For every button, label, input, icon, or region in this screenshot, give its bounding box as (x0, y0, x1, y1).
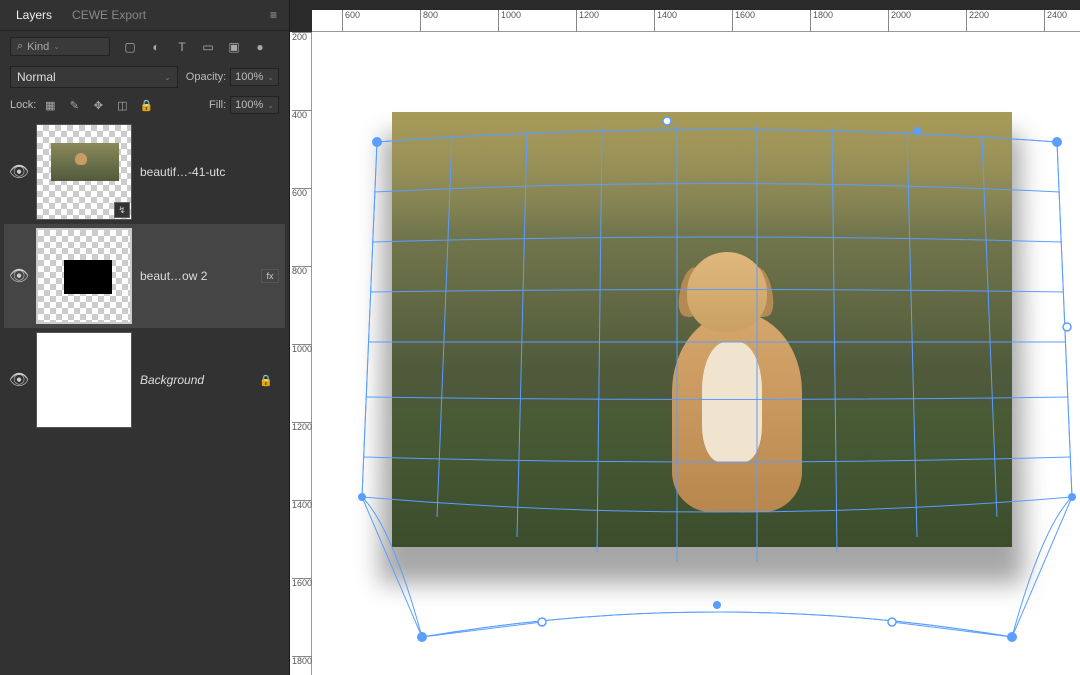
lock-label: Lock: (10, 99, 36, 111)
opacity-label: Opacity: (186, 71, 226, 83)
ruler-tick: 2200 (966, 10, 989, 32)
fx-badge-icon[interactable]: fx (261, 269, 279, 283)
visibility-toggle[interactable]: 👁 (10, 371, 28, 389)
tab-cewe-export[interactable]: CEWE Export (62, 4, 156, 26)
ruler-tick: 600 (292, 188, 312, 198)
fill-group: Fill: 100% ⌄ (209, 96, 279, 114)
layers-list: 👁 ↯ beautif…-41-utc 👁 beaut…ow 2 fx (0, 118, 289, 675)
ruler-tick: 1600 (732, 10, 755, 32)
filter-kind-select[interactable]: ⌕ Kind ⌄ (10, 37, 110, 56)
blend-mode-select[interactable]: Normal ⌄ (10, 66, 178, 88)
panel-tabs: Layers CEWE Export ≡ (0, 0, 289, 31)
visibility-toggle[interactable]: 👁 (10, 163, 28, 181)
ruler-tick: 600 (342, 10, 360, 32)
search-icon: ⌕ (17, 40, 23, 53)
blend-opacity-row: Normal ⌄ Opacity: 100% ⌄ (0, 62, 289, 92)
ruler-vertical[interactable]: 200 400 600 800 1000 1200 1400 1600 1800 (290, 32, 312, 675)
ruler-tick: 1800 (292, 656, 312, 666)
layer-name[interactable]: beautif…-41-utc (140, 165, 279, 179)
ruler-tick: 1400 (292, 500, 312, 510)
blend-mode-value: Normal (17, 70, 56, 84)
ruler-tick: 1200 (292, 422, 312, 432)
filter-shape-icon[interactable]: ▭ (200, 39, 216, 55)
filter-adjustment-icon[interactable]: ◐ (148, 39, 164, 55)
chevron-down-icon: ⌄ (164, 73, 171, 82)
lock-move-icon[interactable]: ✥ (90, 97, 106, 113)
layer-row-0[interactable]: 👁 ↯ beautif…-41-utc (4, 120, 285, 224)
ruler-tick: 1400 (654, 10, 677, 32)
ruler-tick: 200 (292, 32, 312, 42)
lock-fill-row: Lock: ▦ ✎ ✥ ◫ 🔒 Fill: 100% ⌄ (0, 92, 289, 118)
canvas[interactable] (312, 32, 1080, 675)
layer-name[interactable]: Background (140, 373, 251, 387)
fill-value: 100% (235, 99, 263, 111)
ruler-tick: 1800 (810, 10, 833, 32)
filter-dot-icon[interactable]: ● (252, 39, 268, 55)
ruler-tick: 1600 (292, 578, 312, 588)
layer-row-2[interactable]: 👁 Background 🔒 (4, 328, 285, 432)
layer-name[interactable]: beaut…ow 2 (140, 269, 253, 283)
filter-text-icon[interactable]: T (174, 39, 190, 55)
layers-panel: Layers CEWE Export ≡ ⌕ Kind ⌄ ▢ ◐ T ▭ ▣ … (0, 0, 290, 675)
smart-object-badge-icon: ↯ (114, 202, 130, 218)
ruler-tick: 2000 (888, 10, 911, 32)
canvas-area: 600 800 1000 1200 1400 1600 1800 2000 22… (290, 0, 1080, 675)
filter-image-icon[interactable]: ▢ (122, 39, 138, 55)
filter-type-icons: ▢ ◐ T ▭ ▣ ● (122, 39, 268, 55)
ruler-tick: 1000 (498, 10, 521, 32)
image-layer[interactable] (392, 112, 1012, 547)
ruler-tick: 400 (292, 110, 312, 120)
chevron-down-icon: ⌄ (53, 42, 60, 51)
opacity-value: 100% (235, 71, 263, 83)
layer-row-1[interactable]: 👁 beaut…ow 2 fx (4, 224, 285, 328)
layer-thumbnail[interactable] (36, 332, 132, 428)
fill-label: Fill: (209, 99, 226, 111)
layers-filter-row: ⌕ Kind ⌄ ▢ ◐ T ▭ ▣ ● (0, 31, 289, 62)
lock-pixels-icon[interactable]: ▦ (42, 97, 58, 113)
document-title (290, 0, 1080, 10)
panel-menu-icon[interactable]: ≡ (264, 8, 283, 22)
layer-thumbnail[interactable] (36, 228, 132, 324)
ruler-horizontal[interactable]: 600 800 1000 1200 1400 1600 1800 2000 22… (312, 10, 1080, 32)
filter-smartobj-icon[interactable]: ▣ (226, 39, 242, 55)
opacity-group: Opacity: 100% ⌄ (186, 68, 279, 86)
filter-kind-label: Kind (27, 41, 49, 53)
ruler-tick: 800 (420, 10, 438, 32)
ruler-tick: 800 (292, 266, 312, 276)
ruler-tick: 2400 (1044, 10, 1067, 32)
lock-brush-icon[interactable]: ✎ (66, 97, 82, 113)
tab-layers[interactable]: Layers (6, 4, 62, 26)
ruler-tick: 1000 (292, 344, 312, 354)
fill-input[interactable]: 100% ⌄ (230, 96, 279, 114)
chevron-down-icon: ⌄ (267, 101, 274, 110)
lock-crop-icon[interactable]: ◫ (114, 97, 130, 113)
ruler-tick: 1200 (576, 10, 599, 32)
chevron-down-icon: ⌄ (267, 73, 274, 82)
opacity-input[interactable]: 100% ⌄ (230, 68, 279, 86)
visibility-toggle[interactable]: 👁 (10, 267, 28, 285)
lock-icon[interactable]: 🔒 (259, 374, 279, 387)
lock-all-icon[interactable]: 🔒 (138, 97, 154, 113)
lock-icons: ▦ ✎ ✥ ◫ 🔒 (42, 97, 154, 113)
